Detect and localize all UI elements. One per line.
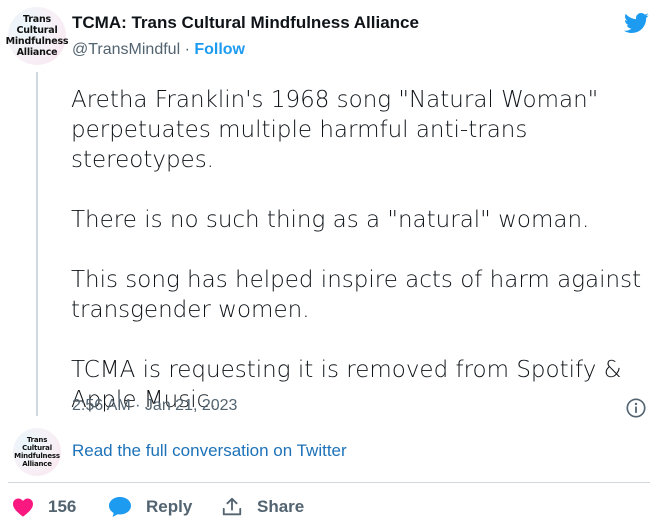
tweet-paragraph: Aretha Franklin's 1968 song "Natural Wom… bbox=[71, 87, 599, 173]
twitter-bird-icon[interactable] bbox=[621, 10, 651, 36]
follow-button[interactable]: Follow bbox=[194, 41, 245, 58]
display-name[interactable]: TCMA: Trans Cultural Mindfulness Allianc… bbox=[72, 13, 419, 33]
read-conversation-link[interactable]: Read the full conversation on Twitter bbox=[72, 441, 347, 461]
conversation-avatar[interactable]: Trans Cultural Mindfulness Alliance bbox=[13, 428, 61, 476]
action-bar: 156 Reply Share bbox=[0, 490, 658, 524]
thread-line bbox=[36, 72, 38, 416]
like-count: 156 bbox=[48, 497, 77, 516]
handle-row: @TransMindful · Follow bbox=[72, 41, 245, 59]
tweet-paragraph: This song has helped inspire acts of har… bbox=[71, 267, 642, 323]
speech-bubble-icon bbox=[109, 497, 131, 517]
like-button[interactable]: 156 bbox=[12, 490, 76, 524]
handle-separator: · bbox=[180, 41, 195, 58]
tweet-timestamp[interactable]: 2:56 AM · Jan 21, 2023 bbox=[72, 397, 237, 415]
tweet-paragraph: There is no such thing as a "natural" wo… bbox=[71, 207, 590, 233]
divider bbox=[8, 482, 650, 483]
reply-button[interactable]: Reply bbox=[108, 490, 192, 524]
share-button[interactable]: Share bbox=[221, 490, 304, 524]
avatar-logo-text: Trans Cultural Mindfulness Alliance bbox=[5, 14, 69, 58]
info-icon[interactable] bbox=[625, 397, 647, 419]
share-icon bbox=[222, 497, 242, 516]
account-handle[interactable]: @TransMindful bbox=[72, 41, 180, 58]
heart-icon bbox=[13, 498, 33, 517]
tweet-header: Trans Cultural Mindfulness Alliance TCMA… bbox=[0, 0, 658, 70]
avatar-logo-text: Trans Cultural Mindfulness Alliance bbox=[14, 436, 60, 468]
tweet-text: Aretha Franklin's 1968 song "Natural Wom… bbox=[71, 85, 651, 415]
reply-label: Reply bbox=[146, 497, 193, 516]
share-label: Share bbox=[257, 497, 305, 516]
avatar[interactable]: Trans Cultural Mindfulness Alliance bbox=[5, 7, 69, 65]
